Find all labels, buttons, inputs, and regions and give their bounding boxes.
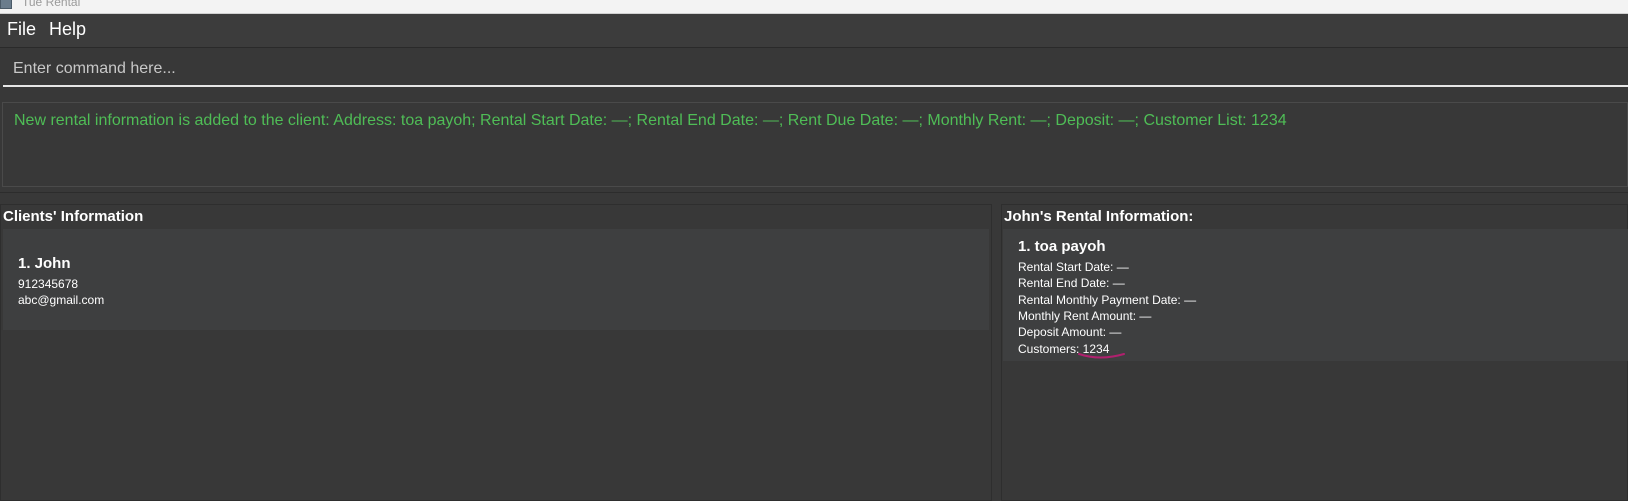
command-box — [0, 48, 1628, 93]
rental-address: 1. toa payoh — [1018, 238, 1106, 255]
result-message: New rental information is added to the c… — [14, 112, 1287, 129]
rental-end-date: Rental End Date: — — [1018, 276, 1125, 290]
title-bar: Tue Rental — [0, 0, 1628, 14]
command-input[interactable] — [3, 53, 1628, 87]
rental-payment-date: Rental Monthly Payment Date: — — [1018, 293, 1197, 307]
rental-deposit: Deposit Amount: — — [1018, 325, 1122, 339]
client-name: 1. John — [18, 255, 71, 272]
divider — [0, 192, 1628, 193]
rental-card[interactable]: 1. toa payoh Rental Start Date: — Rental… — [1003, 229, 1628, 361]
clients-panel-header: Clients' Information — [3, 208, 144, 225]
menu-help[interactable]: Help — [47, 19, 88, 40]
menu-file[interactable]: File — [5, 19, 38, 40]
rental-panel-header: John's Rental Information: — [1004, 208, 1194, 225]
rental-monthly-rent: Monthly Rent Amount: — — [1018, 309, 1152, 323]
clients-panel[interactable]: Clients' Information 1. John 912345678 a… — [0, 204, 992, 501]
annotation-underline — [1078, 353, 1125, 359]
app-icon — [0, 0, 12, 9]
result-display: New rental information is added to the c… — [2, 102, 1628, 187]
client-email: abc@gmail.com — [18, 293, 105, 307]
window-title: Tue Rental — [22, 0, 81, 9]
client-card[interactable]: 1. John 912345678 abc@gmail.com — [3, 229, 989, 330]
menu-bar: File Help — [0, 14, 1628, 48]
client-phone: 912345678 — [18, 277, 79, 291]
rental-start-date: Rental Start Date: — — [1018, 260, 1129, 274]
